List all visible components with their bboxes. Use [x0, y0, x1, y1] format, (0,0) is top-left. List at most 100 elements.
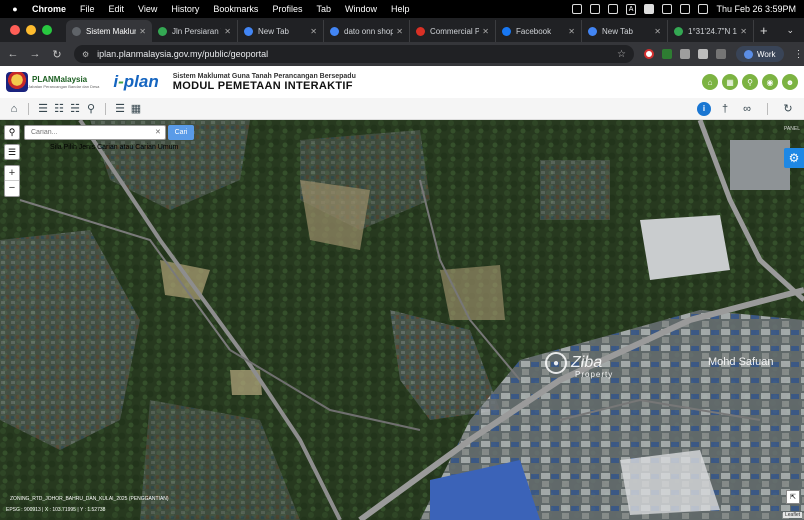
screen-record-icon[interactable]: [571, 4, 582, 14]
watermark-logo-icon: ●: [545, 352, 567, 374]
tab-search-icon[interactable]: ⌄: [786, 25, 794, 36]
menu-history[interactable]: History: [171, 4, 199, 14]
leaflet-attribution[interactable]: Leaflet: [782, 512, 802, 518]
menu-bookmarks[interactable]: Bookmarks: [213, 4, 258, 14]
tab-close-icon[interactable]: ✕: [396, 27, 403, 36]
person-icon[interactable]: †: [717, 103, 733, 115]
header-actions: ⌂ ▦ ⚲ ◉ ☻: [702, 74, 798, 90]
tab-close-icon[interactable]: ✕: [310, 27, 317, 36]
menu-profiles[interactable]: Profiles: [272, 4, 302, 14]
menu-file[interactable]: File: [80, 4, 95, 14]
battery-icon[interactable]: [644, 4, 655, 14]
home-icon[interactable]: ⌂: [702, 74, 718, 90]
tab-close-icon[interactable]: ✕: [482, 27, 489, 36]
wifi-icon[interactable]: [662, 4, 673, 14]
jata-emblem-icon: [6, 72, 28, 92]
info-icon[interactable]: i: [697, 101, 711, 116]
extension-terminal-icon[interactable]: [662, 49, 672, 59]
input-source-icon[interactable]: A: [625, 3, 637, 15]
zoom-search-icon[interactable]: ⚲: [742, 74, 758, 90]
iplan-logo[interactable]: i-plan: [113, 72, 158, 92]
lock-icon[interactable]: ◉: [762, 74, 778, 90]
browser-tab[interactable]: 1°31'24.7"N 1 ✕: [668, 20, 754, 42]
window-controls: [10, 25, 52, 35]
list-icon[interactable]: ☰: [112, 102, 128, 115]
map-canvas[interactable]: ⚲ ✕ Cari Sila Pilih Jenis Carian atau Ca…: [0, 120, 804, 520]
tab-close-icon[interactable]: ✕: [654, 27, 661, 36]
coordinate-readout: EPSG : 900913 | X : 103.71995 | Y : 1.52…: [6, 507, 106, 513]
tab-label: New Tab: [258, 26, 289, 36]
layers-icon[interactable]: ☰: [35, 102, 51, 115]
user-icon[interactable]: ☻: [782, 74, 798, 90]
menu-window[interactable]: Window: [345, 4, 377, 14]
menu-view[interactable]: View: [138, 4, 157, 14]
expand-icon[interactable]: ⇱: [786, 490, 800, 504]
org-name: PLANMalaysia: [32, 75, 88, 84]
map-icon[interactable]: ▦: [722, 74, 738, 90]
reload-icon[interactable]: ↻: [48, 48, 66, 61]
browser-tab[interactable]: Jln Persiaran T ✕: [152, 20, 238, 42]
org-subtitle: Jabatan Perancangan Bandar dan Desa: [28, 84, 100, 89]
control-center-icon[interactable]: [698, 4, 709, 14]
browser-tab[interactable]: dato onn shop ✕: [324, 20, 410, 42]
status-icons: A Thu Feb 26 3:59PM: [571, 3, 796, 15]
layer-list-icon[interactable]: ☰: [4, 144, 20, 160]
zoom-icon[interactable]: ⚲: [83, 102, 99, 115]
settings-gear-icon[interactable]: ⚙: [784, 148, 804, 168]
divider: [767, 102, 768, 115]
address-bar[interactable]: ⚙ iplan.planmalaysia.gov.my/public/geopo…: [74, 45, 634, 63]
share-icon[interactable]: ∞: [739, 103, 755, 115]
menu-edit[interactable]: Edit: [109, 4, 125, 14]
search-button[interactable]: Cari: [168, 125, 194, 140]
tab-close-icon[interactable]: ✕: [568, 27, 575, 36]
site-info-icon[interactable]: ⚙: [82, 50, 89, 59]
extension-flag-icon[interactable]: [644, 49, 654, 59]
search-icon[interactable]: [680, 4, 691, 14]
browser-tab[interactable]: New Tab ✕: [238, 20, 324, 42]
browser-tab[interactable]: Sistem Maklumat✕: [66, 20, 152, 42]
layers-alt-icon[interactable]: ☵: [67, 102, 83, 115]
menu-help[interactable]: Help: [391, 4, 410, 14]
extensions: [644, 49, 726, 59]
clock[interactable]: Thu Feb 26 3:59PM: [716, 4, 796, 14]
sidepanel-icon[interactable]: [716, 49, 726, 59]
browser-tab[interactable]: New Tab ✕: [582, 20, 668, 42]
new-tab-button[interactable]: +: [760, 23, 768, 38]
extension-puzzle-icon[interactable]: [698, 49, 708, 59]
search-icon[interactable]: ⚲: [4, 125, 20, 140]
profile-icon: [744, 49, 753, 59]
tab-close-icon[interactable]: ✕: [740, 27, 747, 36]
apple-icon[interactable]: ●: [10, 4, 20, 14]
tab-label: Sistem Maklumat: [86, 26, 136, 36]
bookmark-star-icon[interactable]: ☆: [617, 49, 626, 60]
url-text[interactable]: iplan.planmalaysia.gov.my/public/geoport…: [97, 49, 268, 59]
site-title: MODUL PEMETAAN INTERAKTIF: [172, 79, 353, 92]
zoom-out-button[interactable]: −: [5, 181, 19, 196]
tab-close-icon[interactable]: ✕: [224, 27, 231, 36]
forward-icon[interactable]: →: [26, 48, 44, 60]
browser-tab[interactable]: Facebook ✕: [496, 20, 582, 42]
chrome-menu-icon[interactable]: ⋮: [794, 49, 804, 60]
tab-favicon-icon: [72, 26, 81, 36]
planmalaysia-logo[interactable]: PLANMalaysia Jabatan Perancangan Bandar …: [6, 72, 99, 92]
map-search-input[interactable]: [24, 125, 166, 140]
profile-work-button[interactable]: Work: [736, 46, 784, 62]
browser-tab[interactable]: Commercial Pr ✕: [410, 20, 496, 42]
display-icon[interactable]: [589, 4, 600, 14]
video-icon[interactable]: [607, 4, 618, 14]
app-name-menu[interactable]: Chrome: [32, 4, 66, 14]
zoom-in-button[interactable]: +: [5, 166, 19, 181]
watermark-subtext: Property: [575, 370, 614, 379]
home-map-icon[interactable]: ⌂: [6, 103, 22, 115]
close-window-button[interactable]: [10, 25, 20, 35]
extension-generic-icon[interactable]: [680, 49, 690, 59]
grid-icon[interactable]: ▦: [128, 102, 144, 115]
menu-tab[interactable]: Tab: [316, 4, 331, 14]
tab-close-icon[interactable]: ✕: [139, 27, 146, 36]
layers-stack-icon[interactable]: ☷: [51, 102, 67, 115]
clear-search-icon[interactable]: ✕: [155, 128, 161, 136]
back-icon[interactable]: ←: [4, 48, 22, 60]
refresh-icon[interactable]: ↻: [780, 102, 796, 115]
zoom-window-button[interactable]: [42, 25, 52, 35]
minimize-window-button[interactable]: [26, 25, 36, 35]
